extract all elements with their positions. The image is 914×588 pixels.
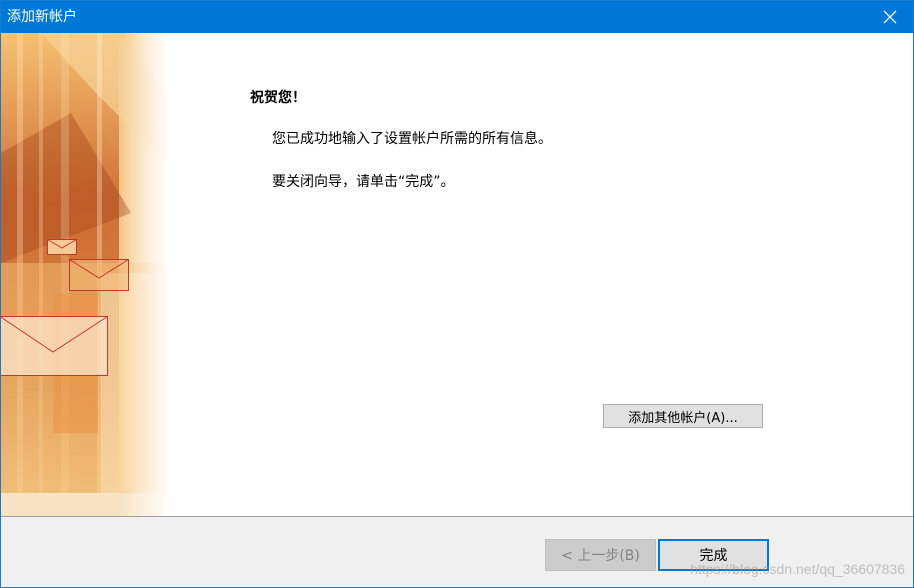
add-account-dialog: 添加新帐户 祝贺您！ 您已成功地输入了设置帐户所需的所有信息。 要关闭向导，请单…	[0, 0, 914, 588]
envelope-icon	[47, 239, 77, 255]
wizard-footer: < 上一步(B) 完成 https://blog.csdn.net/qq_366…	[1, 517, 913, 587]
title-bar[interactable]: 添加新帐户	[1, 1, 913, 33]
add-other-account-button[interactable]: 添加其他帐户(A)...	[603, 404, 763, 428]
close-icon	[883, 10, 897, 24]
watermark-text: https://blog.csdn.net/qq_36607836	[690, 561, 905, 577]
envelope-icon	[69, 259, 129, 291]
wizard-content: 祝贺您！ 您已成功地输入了设置帐户所需的所有信息。 要关闭向导，请单击“完成”。…	[1, 33, 913, 516]
envelope-icon	[1, 316, 108, 376]
close-button[interactable]	[867, 1, 913, 33]
success-message: 您已成功地输入了设置帐户所需的所有信息。	[272, 131, 552, 147]
congratulations-heading: 祝贺您！	[250, 90, 306, 106]
wizard-side-image	[1, 33, 166, 516]
back-button[interactable]: < 上一步(B)	[545, 539, 656, 571]
finish-instruction: 要关闭向导，请单击“完成”。	[272, 174, 455, 190]
window-title: 添加新帐户	[7, 9, 77, 25]
